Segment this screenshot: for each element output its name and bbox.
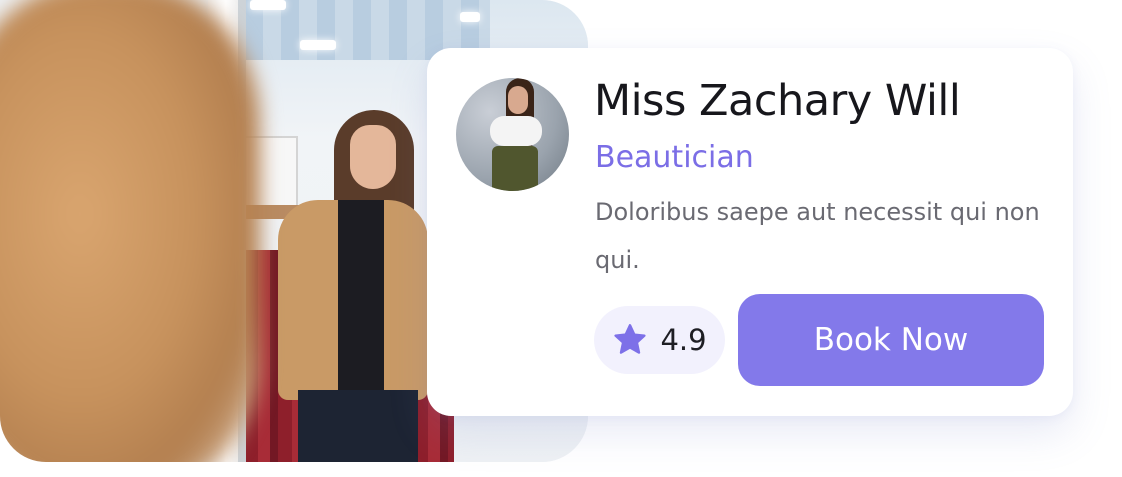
profile-description: Doloribus saepe aut necessit qui non qui… [595, 198, 1040, 274]
profile-role: Beautician [595, 140, 754, 175]
profile-name: Miss Zachary Will [594, 76, 961, 126]
rating-badge: 4.9 [594, 306, 725, 374]
ceiling-light [460, 12, 480, 22]
woman-shirt [338, 200, 384, 400]
profile-card: Miss Zachary Will Beautician Doloribus s… [427, 48, 1073, 416]
avatar-top [490, 116, 542, 146]
woman-face [350, 125, 396, 189]
ceiling-light [250, 0, 286, 10]
star-icon [614, 324, 647, 354]
avatar-skirt [492, 146, 538, 191]
book-now-button[interactable]: Book Now [738, 294, 1044, 386]
avatar-face [508, 86, 528, 114]
avatar [456, 78, 569, 191]
blurred-arm [0, 0, 260, 462]
rating-value: 4.9 [660, 323, 707, 357]
woman-legs [298, 390, 418, 462]
ceiling-light [300, 40, 336, 50]
